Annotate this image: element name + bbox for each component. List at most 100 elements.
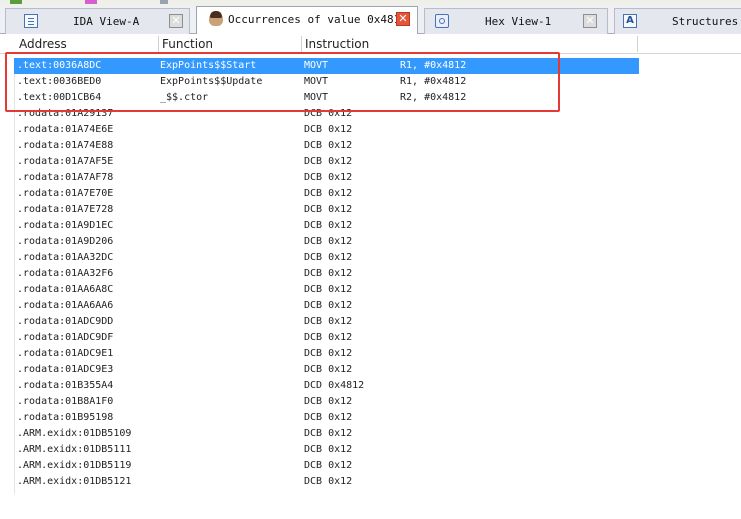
table-row[interactable]: .text:0036A8DC ExpPoints$$Start MOVT R1, #0… [14, 58, 639, 74]
cell-instruction: DCD 0x4812 [304, 380, 365, 391]
cell-address: .rodata:01A7E70E [17, 188, 114, 199]
table-row[interactable]: .rodata:01B95198 DCB 0x12 [14, 410, 639, 426]
structures-icon: A [623, 14, 637, 28]
table-row[interactable]: .rodata:01A7E728 DCB 0x12 [14, 202, 639, 218]
table-row[interactable]: .rodata:01AA6A8C DCB 0x12 [14, 282, 639, 298]
table-row[interactable]: .rodata:01AA32F6 DCB 0x12 [14, 266, 639, 282]
table-row[interactable]: .rodata:01ADC9E3 DCB 0x12 [14, 362, 639, 378]
cell-address: .rodata:01B8A1F0 [17, 396, 114, 407]
table-row[interactable]: .rodata:01AA6AA6 DCB 0x12 [14, 298, 639, 314]
cell-address: .rodata:01B355A4 [17, 380, 114, 391]
table-row[interactable]: .rodata:01A9D206 DCB 0x12 [14, 234, 639, 250]
tab-structures[interactable]: A Structures [614, 8, 741, 34]
cell-instruction: DCB 0x12 [304, 348, 353, 359]
column-header: Address Function Instruction [0, 34, 741, 54]
cell-function: ExpPoints$$Update [160, 76, 263, 87]
cell-address: .text:0036A8DC [17, 60, 102, 71]
table-row[interactable]: .rodata:01B355A4 DCD 0x4812 [14, 378, 639, 394]
cell-instruction: DCB 0x12 [304, 300, 353, 311]
cell-address: .rodata:01ADC9DD [17, 316, 114, 327]
column-divider[interactable] [301, 36, 302, 52]
cell-instruction: DCB 0x12 [304, 396, 353, 407]
cell-address: .rodata:01A7AF78 [17, 172, 114, 183]
table-row[interactable]: .rodata:01ADC9DF DCB 0x12 [14, 330, 639, 346]
cell-instruction: MOVT [304, 60, 329, 71]
column-instruction[interactable]: Instruction [305, 37, 369, 51]
cell-address: .text:00D1CB64 [17, 92, 102, 103]
table-row[interactable]: .rodata:01A74E6E DCB 0x12 [14, 122, 639, 138]
cell-operands: R2, #0x4812 [400, 92, 467, 103]
hex-icon [435, 14, 449, 28]
cell-address: .text:0036BED0 [17, 76, 102, 87]
cell-instruction: DCB 0x12 [304, 188, 353, 199]
table-row[interactable]: .rodata:01AA32DC DCB 0x12 [14, 250, 639, 266]
cell-operands: R1, #0x4812 [400, 76, 467, 87]
table-row[interactable]: .rodata:01A7AF78 DCB 0x12 [14, 170, 639, 186]
table-row[interactable]: .rodata:01A74E88 DCB 0x12 [14, 138, 639, 154]
cell-function: ExpPoints$$Start [160, 60, 257, 71]
cell-instruction: DCB 0x12 [304, 172, 353, 183]
table-row[interactable]: .rodata:01A9D1EC DCB 0x12 [14, 218, 639, 234]
cell-address: .rodata:01ADC9DF [17, 332, 114, 343]
cell-address: .ARM.exidx:01DB5121 [17, 476, 132, 487]
close-icon[interactable]: ✕ [583, 14, 597, 28]
table-row[interactable]: .ARM.exidx:01DB5119 DCB 0x12 [14, 458, 639, 474]
table-row[interactable]: .rodata:01A7AF5E DCB 0x12 [14, 154, 639, 170]
cell-address: .ARM.exidx:01DB5119 [17, 460, 132, 471]
cell-instruction: DCB 0x12 [304, 332, 353, 343]
table-row[interactable]: .rodata:01A7E70E DCB 0x12 [14, 186, 639, 202]
tab-label: Structures [672, 15, 739, 28]
cell-instruction: MOVT [304, 76, 329, 87]
cell-instruction: DCB 0x12 [304, 316, 353, 327]
tab-label: IDA View-A [73, 15, 140, 28]
tab-ida-view-a[interactable]: IDA View-A ✕ [5, 8, 190, 34]
cell-instruction: DCB 0x12 [304, 412, 353, 423]
close-icon[interactable]: ✕ [396, 12, 410, 26]
close-icon[interactable]: ✕ [169, 14, 183, 28]
cell-function: _$$.ctor [160, 92, 209, 103]
table-row[interactable]: .ARM.exidx:01DB5111 DCB 0x12 [14, 442, 639, 458]
table-row[interactable]: .rodata:01ADC9E1 DCB 0x12 [14, 346, 639, 362]
cell-instruction: DCB 0x12 [304, 140, 353, 151]
column-divider[interactable] [637, 36, 638, 52]
tab-bar: IDA View-A ✕ Occurrences of value 0x4812… [0, 6, 741, 34]
table-row[interactable]: .ARM.exidx:01DB5121 DCB 0x12 [14, 474, 639, 490]
cell-instruction: DCB 0x12 [304, 220, 353, 231]
cell-address: .rodata:01A9D1EC [17, 220, 114, 231]
table-row[interactable]: .rodata:01B8A1F0 DCB 0x12 [14, 394, 639, 410]
face-icon [209, 11, 223, 26]
cell-address: .rodata:01A74E88 [17, 140, 114, 151]
table-row[interactable]: .ARM.exidx:01DB5109 DCB 0x12 [14, 426, 639, 442]
toolbar-swatch-icon [160, 0, 168, 4]
cell-address: .ARM.exidx:01DB5111 [17, 444, 132, 455]
cell-instruction: DCB 0x12 [304, 364, 353, 375]
table-row[interactable]: .rodata:01A29137 DCB 0x12 [14, 106, 639, 122]
cell-instruction: DCB 0x12 [304, 108, 353, 119]
cell-instruction: DCB 0x12 [304, 268, 353, 279]
cell-instruction: DCB 0x12 [304, 428, 353, 439]
cell-instruction: DCB 0x12 [304, 236, 353, 247]
cell-instruction: DCB 0x12 [304, 284, 353, 295]
cell-instruction: DCB 0x12 [304, 460, 353, 471]
table-row[interactable]: .text:0036BED0 ExpPoints$$Update MOVT R1, #… [14, 74, 639, 90]
toolbar-swatch-icon [10, 0, 22, 4]
tab-hex-view-1[interactable]: Hex View-1 ✕ [424, 8, 608, 34]
document-icon [24, 14, 38, 28]
table-row[interactable]: .rodata:01ADC9DD DCB 0x12 [14, 314, 639, 330]
cell-instruction: DCB 0x12 [304, 124, 353, 135]
column-divider[interactable] [158, 36, 159, 52]
cell-address: .rodata:01ADC9E3 [17, 364, 114, 375]
cell-address: .ARM.exidx:01DB5109 [17, 428, 132, 439]
cell-address: .rodata:01AA6A8C [17, 284, 114, 295]
cell-address: .rodata:01AA6AA6 [17, 300, 114, 311]
cell-address: .rodata:01ADC9E1 [17, 348, 114, 359]
cell-instruction: DCB 0x12 [304, 156, 353, 167]
table-row[interactable]: .text:00D1CB64 _$$.ctor MOVT R2, #0x4812 [14, 90, 639, 106]
column-function[interactable]: Function [162, 37, 213, 51]
cell-address: .rodata:01A7E728 [17, 204, 114, 215]
cell-address: .rodata:01AA32DC [17, 252, 114, 263]
cell-instruction: DCB 0x12 [304, 476, 353, 487]
tab-occurrences[interactable]: Occurrences of value 0x4812 ✕ [196, 6, 418, 34]
tab-label: Occurrences of value 0x4812 [228, 13, 407, 26]
column-address[interactable]: Address [19, 37, 67, 51]
